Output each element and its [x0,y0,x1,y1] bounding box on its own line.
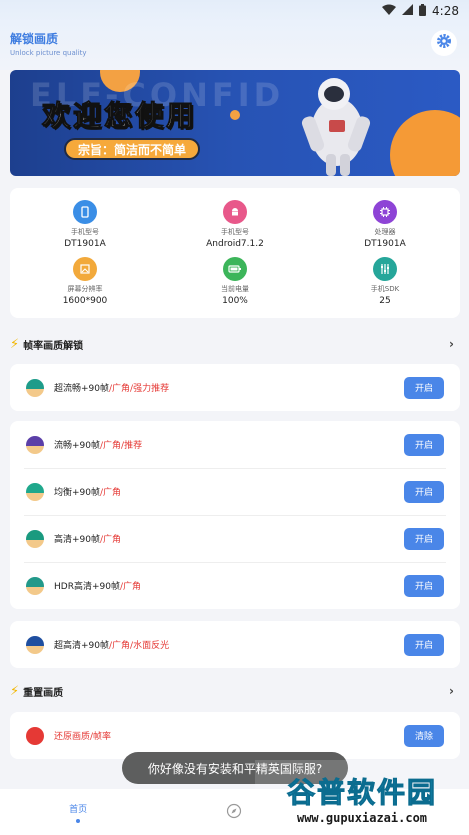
battery-status-icon [419,3,427,19]
mode-icon [26,482,44,501]
lightning-icon: ⚡ [10,336,20,352]
app-header: 解锁画质 Unlock picture quality [0,22,469,70]
mode-tag: /广角 [100,488,122,498]
mode-tag: /广角/水面反光 [109,641,170,651]
device-info-label: 手机SDK [370,285,400,293]
mode-tag: /广角 [100,535,122,545]
nav-home[interactable]: 首页 [0,789,156,835]
clock: 4:28 [432,4,459,18]
android-icon [223,200,247,224]
enable-button[interactable]: 开启 [404,527,444,550]
lightning-icon: ⚡ [10,683,20,699]
mode-row: HDR高清+90帧/广角 开启 [10,562,460,609]
device-info-item: 手机型号 Android7.1.2 [160,196,310,253]
mode-label: 超高清+90帧 [54,641,109,651]
mode-tag: /广角 [119,582,141,592]
settings-button[interactable] [431,30,457,56]
mode-group: 超流畅+90帧/广角/强力推荐 开启 [10,364,460,411]
reset-icon [26,726,44,745]
banner-headline: 欢迎您使用 [41,99,198,133]
device-info-value: 25 [379,296,391,306]
image-icon [73,257,97,281]
banner-slogan: 宗旨：简洁而不简单 [64,138,201,160]
mode-tag: /广角/推荐 [100,441,143,451]
gear-icon [436,33,452,53]
clear-button[interactable]: 清除 [404,724,444,747]
wifi-icon [382,4,397,18]
active-indicator [76,818,81,823]
phone-icon [73,200,97,224]
mode-group: 流畅+90帧/广角/推荐 开启 均衡+90帧/广角 开启 高清+90帧/广角 开启 HDR高… [10,421,460,609]
mode-icon [26,529,44,548]
chip-icon [373,200,397,224]
enable-button[interactable]: 开启 [404,480,444,503]
app-subtitle: Unlock picture quality [10,49,87,57]
device-info-item: 手机SDK 25 [310,253,460,310]
watermark-url: www.gupuxiazai.com [292,810,432,825]
enable-button[interactable]: 开启 [404,633,444,656]
mode-icon [26,635,44,654]
section-title: 重置画质 [23,687,64,699]
mode-label: 流畅+90帧 [54,441,100,451]
mode-row: 超高清+90帧/广角/水面反光 开启 [10,621,460,668]
banner-orb [390,110,460,176]
device-info-value: Android7.1.2 [206,239,264,249]
mode-icon [26,435,44,454]
app-title: 解锁画质 [10,32,59,46]
battery-icon [223,257,247,281]
device-info-card: 手机型号 DT1901A 手机型号 Android7.1.2 处理器 DT1901A 屏幕分… [10,188,460,318]
device-info-label: 当前电量 [221,285,249,293]
enable-button[interactable]: 开启 [404,376,444,399]
enable-button[interactable]: 开启 [404,574,444,597]
mode-label: 均衡+90帧 [54,488,100,498]
section-reset[interactable]: ⚡ 重置画质 › [10,681,460,701]
chevron-right-icon: › [449,337,454,351]
nav-home-label: 首页 [69,804,88,815]
device-info-item: 处理器 DT1901A [310,196,460,253]
mode-label: 高清+90帧 [54,535,100,545]
chevron-right-icon: › [449,684,454,698]
mode-icon [26,378,44,397]
device-info-value: DT1901A [64,239,106,249]
device-info-label: 处理器 [374,228,396,236]
watermark-title: 谷普软件园 [286,775,437,809]
reset-label: 还原画质/帧率 [54,732,112,742]
device-info-label: 屏幕分辨率 [67,285,103,293]
mode-icon [26,576,44,595]
mode-row: 均衡+90帧/广角 开启 [10,468,460,515]
welcome-banner: ELF-CONFID 欢迎您使用 宗旨：简洁而不简单 [10,70,460,176]
device-info-label: 手机型号 [221,228,249,236]
mode-tag: /广角/强力推荐 [109,384,170,394]
device-info-item: 屏幕分辨率 1600*900 [10,253,160,310]
mode-label: 超流畅+90帧 [54,384,109,394]
section-unlock[interactable]: ⚡ 帧率画质解锁 › [10,334,460,354]
mode-row: 流畅+90帧/广角/推荐 开启 [10,421,460,468]
enable-button[interactable]: 开启 [404,433,444,456]
device-info-item: 手机型号 DT1901A [10,196,160,253]
device-info-value: 100% [222,296,248,306]
compass-icon [226,803,242,822]
section-title: 帧率画质解锁 [23,340,84,352]
status-bar: 4:28 [0,0,469,22]
astronaut-illustration [301,78,371,176]
signal-icon [402,4,414,18]
mode-row: 高清+90帧/广角 开启 [10,515,460,562]
sliders-icon [373,257,397,281]
mode-group: 超高清+90帧/广角/水面反光 开启 [10,621,460,668]
device-info-item: 当前电量 100% [160,253,310,310]
device-info-value: DT1901A [364,239,406,249]
watermark-logo: 谷普软件园 www.gupuxiazai.com [255,760,469,835]
device-info-value: 1600*900 [62,296,108,306]
mode-row: 超流畅+90帧/广角/强力推荐 开启 [10,364,460,411]
mode-label: HDR高清+90帧 [54,582,120,592]
device-info-label: 手机型号 [71,228,99,236]
